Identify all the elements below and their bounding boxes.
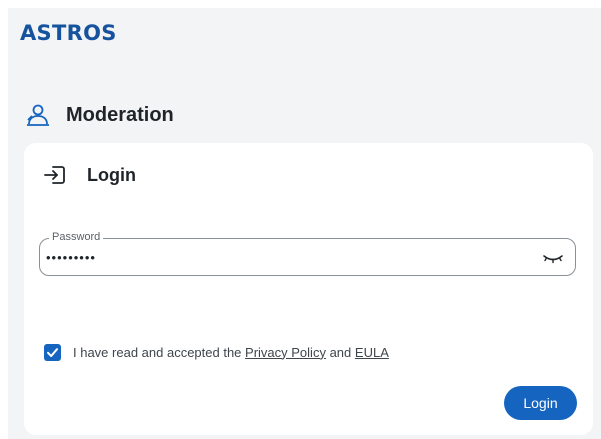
- section-header: Moderation: [24, 100, 174, 130]
- eye-closed-icon[interactable]: [542, 250, 564, 266]
- card-header: Login: [43, 163, 136, 187]
- section-title: Moderation: [66, 103, 174, 126]
- consent-text: I have read and accepted the Privacy Pol…: [73, 345, 389, 360]
- login-icon: [43, 163, 67, 187]
- password-field[interactable]: Password: [39, 230, 576, 276]
- consent-and: and: [329, 344, 352, 360]
- password-label: Password: [49, 230, 104, 244]
- consent-prefix: I have read and accepted the: [73, 344, 242, 360]
- brand-logo: ASTROS: [20, 21, 117, 45]
- consent-row: I have read and accepted the Privacy Pol…: [44, 343, 389, 361]
- eula-link[interactable]: EULA: [355, 345, 389, 360]
- card-title: Login: [87, 164, 136, 185]
- consent-checkbox[interactable]: [44, 343, 61, 361]
- user-icon: [24, 102, 50, 128]
- password-input[interactable]: [46, 250, 526, 266]
- check-icon: [47, 347, 58, 357]
- login-card: Login Password I have read and accepted …: [24, 143, 593, 435]
- privacy-policy-link[interactable]: Privacy Policy: [245, 345, 326, 360]
- login-button[interactable]: Login: [504, 386, 577, 420]
